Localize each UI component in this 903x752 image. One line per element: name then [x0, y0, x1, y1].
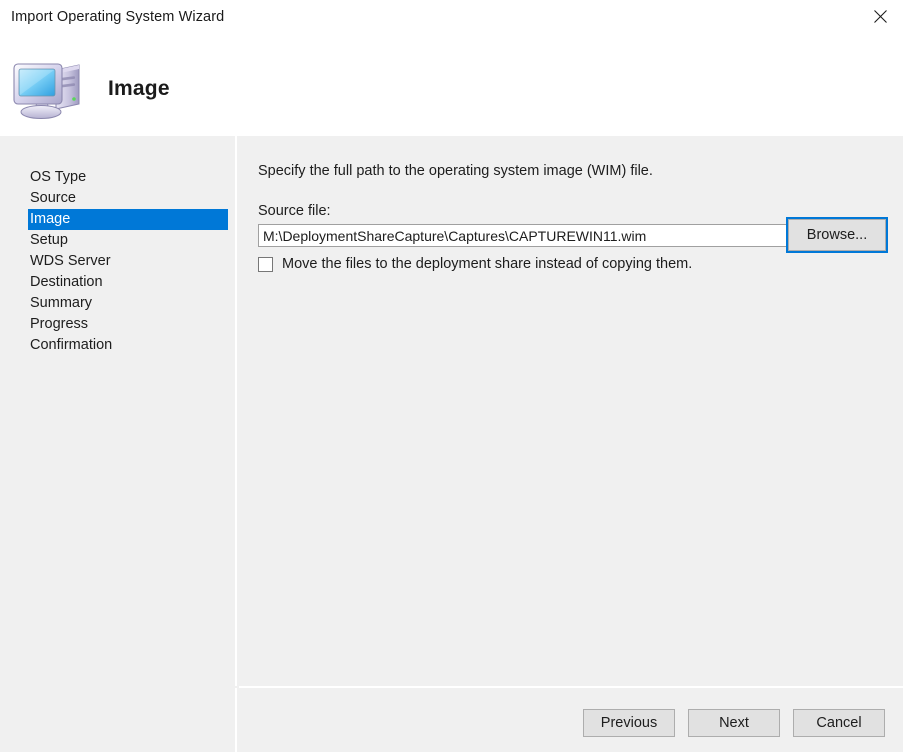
cancel-button[interactable]: Cancel	[793, 709, 885, 737]
move-files-checkbox-label: Move the files to the deployment share i…	[282, 256, 693, 272]
window-title: Import Operating System Wizard	[11, 9, 225, 25]
sidebar-item-destination[interactable]: Destination	[28, 272, 228, 293]
wizard-body: OS Type Source Image Setup WDS Server De…	[0, 136, 903, 686]
title-bar: Import Operating System Wizard	[0, 0, 903, 37]
wizard-steps-sidebar: OS Type Source Image Setup WDS Server De…	[0, 136, 237, 686]
wizard-footer-area: Previous Next Cancel	[0, 686, 903, 752]
sidebar-item-wds-server[interactable]: WDS Server	[28, 251, 228, 272]
sidebar-item-summary[interactable]: Summary	[28, 293, 228, 314]
next-button[interactable]: Next	[688, 709, 780, 737]
instruction-text: Specify the full path to the operating s…	[258, 163, 653, 179]
sidebar-item-source[interactable]: Source	[28, 188, 228, 209]
sidebar-item-setup[interactable]: Setup	[28, 230, 228, 251]
computer-icon	[11, 56, 89, 124]
step-list: OS Type Source Image Setup WDS Server De…	[0, 167, 235, 356]
browse-button[interactable]: Browse...	[786, 217, 888, 253]
wizard-footer: Previous Next Cancel	[239, 686, 903, 752]
wizard-header: Image	[0, 37, 903, 136]
wizard-content-panel: Specify the full path to the operating s…	[237, 136, 903, 686]
close-icon	[873, 9, 887, 23]
sidebar-footer-spacer	[0, 688, 237, 752]
close-button[interactable]	[857, 0, 903, 32]
footer-button-group: Previous Next Cancel	[583, 709, 885, 737]
sidebar-item-os-type[interactable]: OS Type	[28, 167, 228, 188]
source-file-input[interactable]	[258, 224, 787, 247]
source-file-label: Source file:	[258, 203, 331, 219]
page-title: Image	[108, 77, 170, 100]
previous-button[interactable]: Previous	[583, 709, 675, 737]
move-files-checkbox[interactable]	[258, 256, 273, 272]
sidebar-item-confirmation[interactable]: Confirmation	[28, 335, 228, 356]
sidebar-item-progress[interactable]: Progress	[28, 314, 228, 335]
move-files-checkbox-row[interactable]: Move the files to the deployment share i…	[258, 256, 692, 272]
import-operating-system-wizard-window: Import Operating System Wizard Image OS …	[0, 0, 903, 752]
sidebar-item-image[interactable]: Image	[28, 209, 228, 230]
